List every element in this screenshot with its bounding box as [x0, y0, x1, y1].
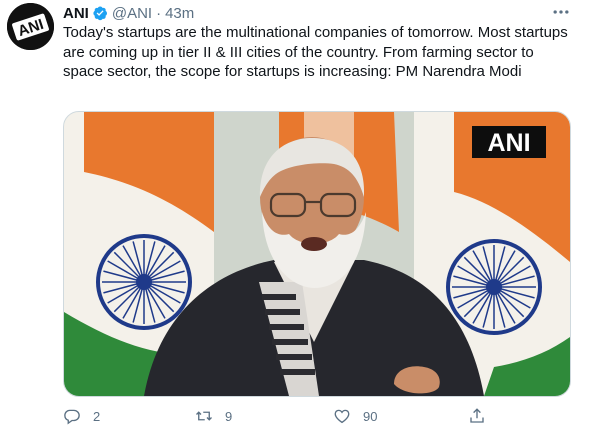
author-name[interactable]: ANI: [63, 5, 89, 22]
share-icon: [470, 408, 484, 423]
tweet-header: ANI @ANI · 43m: [63, 3, 194, 23]
share-button[interactable]: [468, 404, 486, 428]
retweet-button[interactable]: 9: [195, 404, 232, 428]
tweet-text: Today's startups are the multinational c…: [63, 24, 568, 81]
separator-dot: ·: [156, 4, 162, 22]
author-handle[interactable]: @ANI: [112, 5, 152, 22]
ani-watermark: ANI: [472, 126, 546, 158]
tweet-media-image[interactable]: ANI: [63, 111, 571, 397]
reply-count: 2: [93, 408, 101, 424]
tweet-action-bar: 2 9 90: [63, 404, 533, 428]
reply-button[interactable]: 2: [63, 404, 100, 428]
like-icon: [334, 409, 350, 424]
verified-badge-icon: [92, 5, 108, 21]
like-count: 90: [363, 408, 378, 424]
reply-icon: [64, 409, 80, 425]
retweet-count: 9: [225, 408, 233, 424]
like-button[interactable]: 90: [333, 404, 377, 428]
more-options-icon[interactable]: [551, 2, 571, 22]
ani-logo-icon: ANI: [7, 3, 54, 50]
tweet-card[interactable]: ANI ANI @ANI · 43m Today's startups are …: [0, 0, 589, 430]
tweet-timestamp[interactable]: 43m: [165, 5, 194, 22]
avatar[interactable]: ANI: [7, 3, 54, 50]
video-frame: ANI: [64, 112, 570, 396]
retweet-icon: [196, 411, 212, 421]
watermark-text: ANI: [487, 129, 530, 157]
